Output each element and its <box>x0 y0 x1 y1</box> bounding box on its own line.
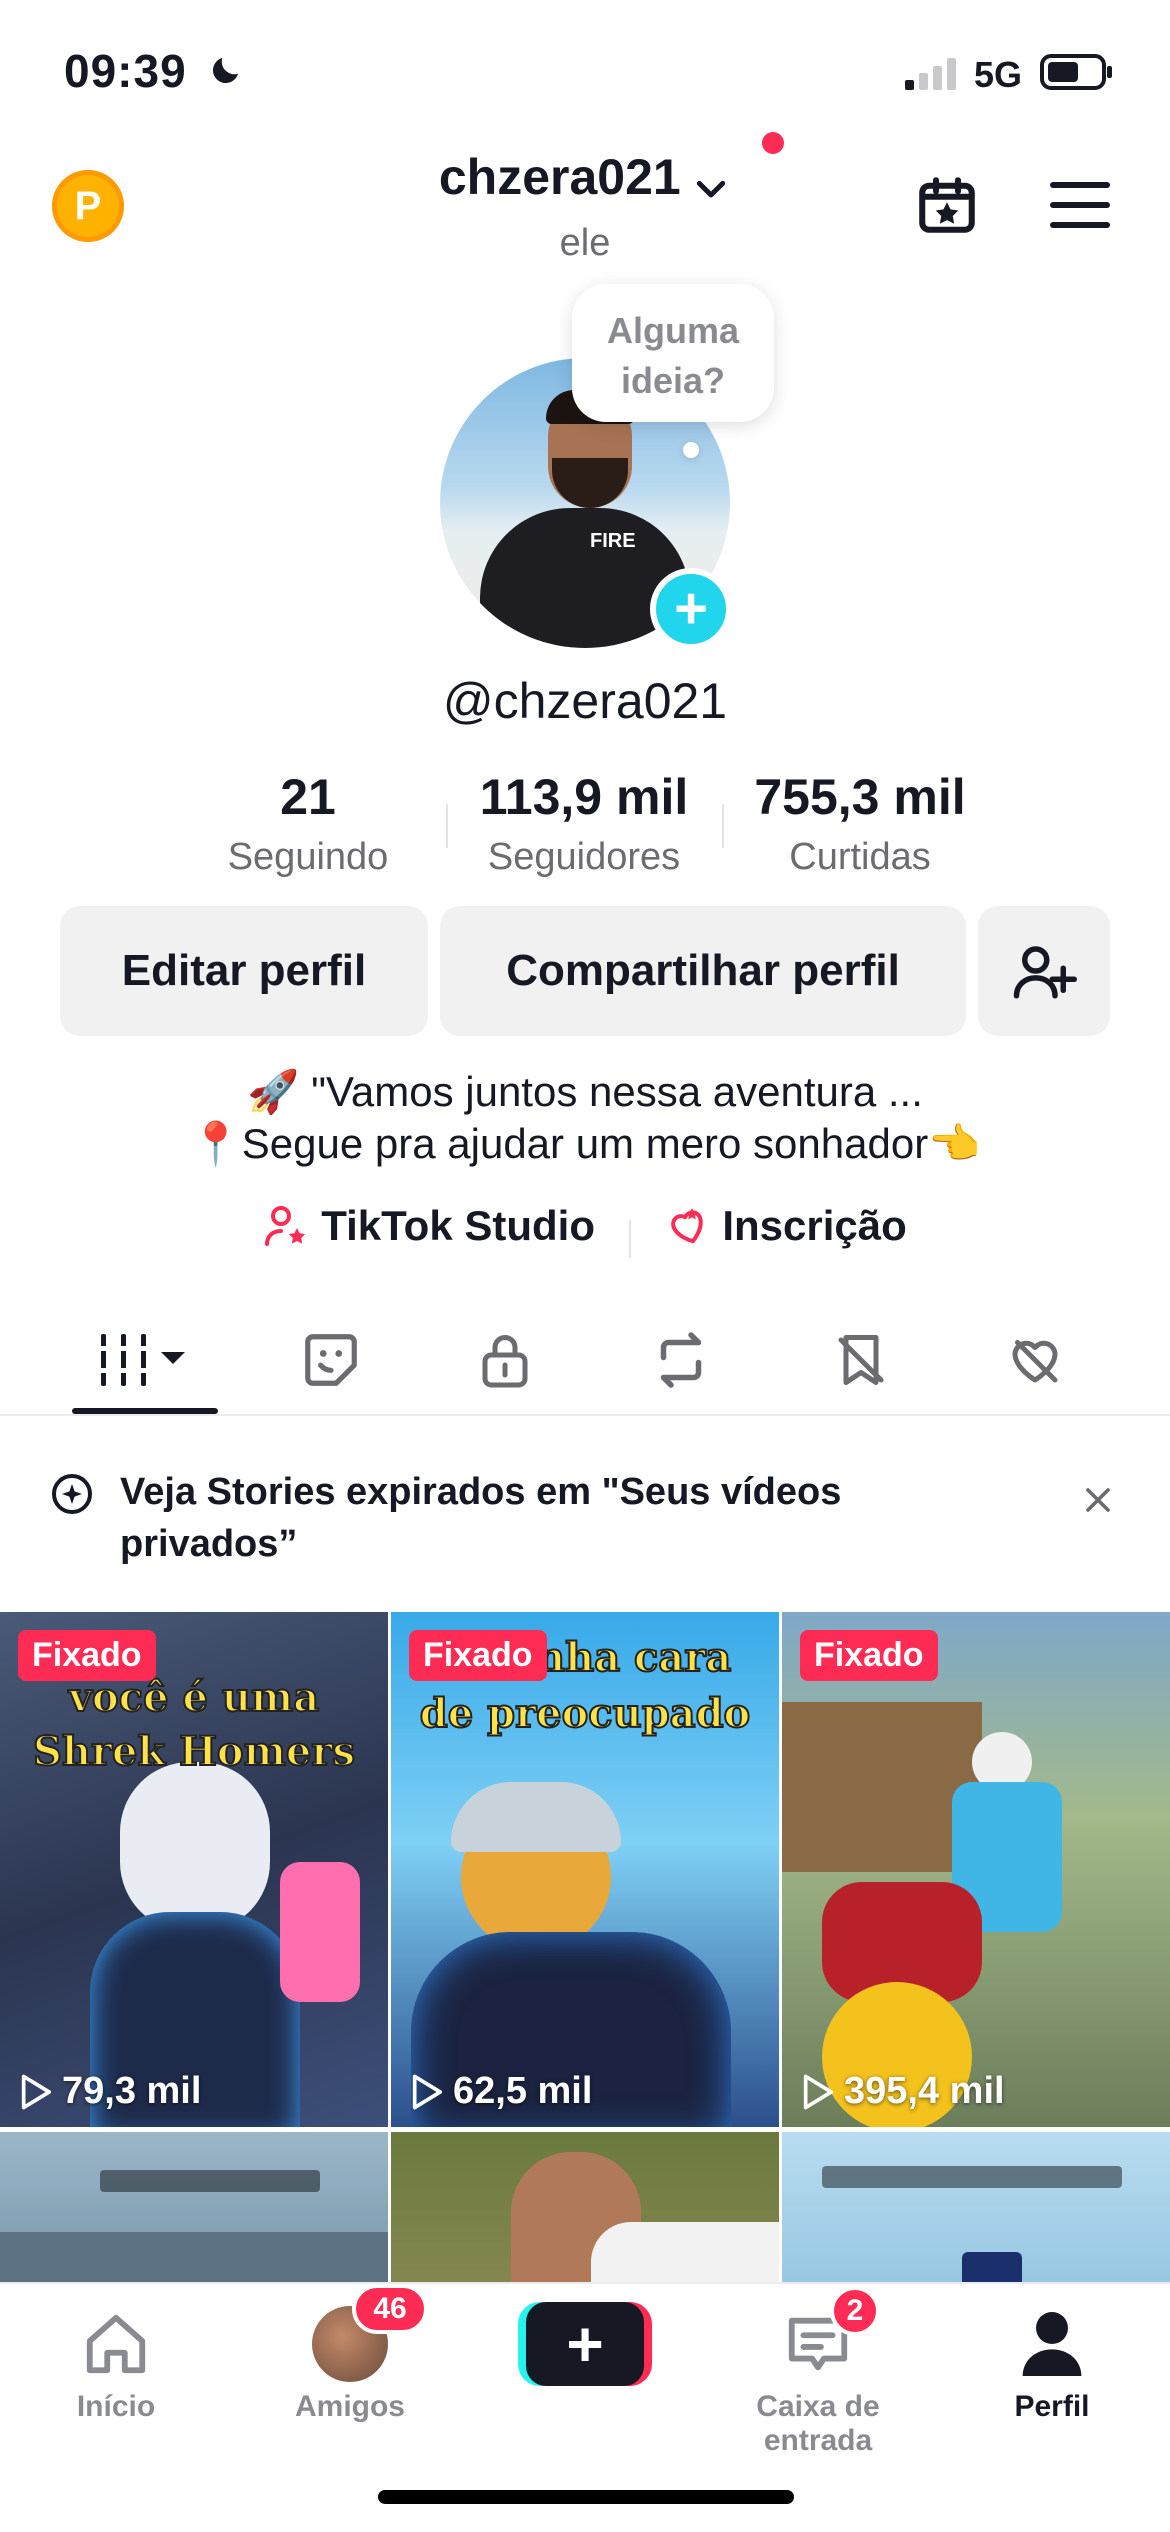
tab-favorites[interactable] <box>786 1320 936 1400</box>
nav-profile-label: Perfil <box>1014 2390 1090 2423</box>
tab-liked[interactable] <box>960 1320 1110 1400</box>
account-switcher[interactable]: chzera021 <box>0 148 1170 210</box>
view-count-value: 79,3 mil <box>62 2070 202 2112</box>
view-count: 62,5 mil <box>409 2070 592 2113</box>
friends-badge: 46 <box>352 2284 428 2334</box>
video-grid: você é uma Shrek Homers Fixado 79,3 mil … <box>0 1612 1170 2282</box>
video-thumbnail[interactable]: Fixado 395,4 mil <box>782 1612 1170 2127</box>
create-button[interactable]: + <box>518 2302 652 2386</box>
signal-icon <box>905 58 956 90</box>
followers-label: Seguidores <box>487 836 681 878</box>
tiktok-studio-link[interactable]: TikTok Studio <box>263 1202 595 1250</box>
play-icon <box>21 2074 52 2109</box>
edit-profile-button[interactable]: Editar perfil <box>60 906 428 1036</box>
bio-line-2: 📍Segue pra ajudar um mero sonhador👈 <box>189 1120 981 1167</box>
bio: 🚀 "Vamos juntos nessa aventura ... 📍Segu… <box>0 1066 1170 1170</box>
home-indicator <box>378 2490 794 2504</box>
profile-links: TikTok Studio Inscrição <box>0 1202 1170 1260</box>
bubble-line-1: Alguma <box>606 310 739 351</box>
following-stat[interactable]: 21 Seguindo <box>168 768 448 879</box>
add-friends-button[interactable] <box>978 906 1110 1036</box>
repost-icon <box>660 1332 702 1388</box>
bio-line-1: 🚀 "Vamos juntos nessa aventura ... <box>247 1068 923 1115</box>
view-count-value: 62,5 mil <box>453 2070 593 2112</box>
video-thumbnail[interactable]: a minha cara de preocupado Fixado 62,5 m… <box>391 1612 779 2127</box>
active-tab-indicator <box>72 1408 218 1414</box>
video-thumbnail[interactable] <box>391 2132 779 2282</box>
pronoun: ele <box>559 222 611 264</box>
menu-icon[interactable] <box>1050 180 1110 230</box>
nav-home-label: Início <box>76 2390 156 2423</box>
stories-notice-text: Veja Stories expirados em "Seus vídeos p… <box>120 1471 842 1565</box>
view-count-value: 395,4 mil <box>844 2070 1005 2112</box>
tab-private[interactable] <box>430 1320 580 1400</box>
tab-stickers[interactable] <box>256 1320 406 1400</box>
lock-icon <box>482 1335 528 1388</box>
video-thumbnail[interactable]: você é uma Shrek Homers Fixado 79,3 mil <box>0 1612 388 2127</box>
likes-label: Curtidas <box>789 836 931 878</box>
followers-stat[interactable]: 113,9 mil Seguidores <box>444 768 724 879</box>
video-thumbnail[interactable] <box>782 2132 1170 2282</box>
bubble-tail <box>683 442 699 458</box>
pinned-badge: Fixado <box>409 1630 547 1681</box>
subscription-label: Inscrição <box>722 1202 907 1249</box>
profile-stats: 21 Seguindo 113,9 mil Seguidores 755,3 m… <box>0 768 1170 888</box>
video-caption-line-2: de preocupado <box>419 1689 752 1738</box>
close-icon[interactable] <box>1078 1480 1118 1520</box>
notification-dot <box>762 132 784 154</box>
nav-inbox[interactable]: Caixa de entrada <box>698 2306 938 2458</box>
status-time: 09:39 <box>64 45 187 97</box>
plus-icon: + <box>526 2302 644 2386</box>
share-profile-button[interactable]: Compartilhar perfil <box>440 906 966 1036</box>
network-type: 5G <box>974 54 1023 95</box>
bookmark-hidden-icon <box>838 1335 884 1385</box>
following-count: 21 <box>280 769 336 825</box>
tab-reposts[interactable] <box>606 1320 756 1400</box>
video-thumbnail[interactable] <box>0 2132 388 2282</box>
calendar-star-icon[interactable] <box>914 172 980 238</box>
home-icon <box>86 2314 146 2374</box>
likes-count: 755,3 mil <box>754 769 966 825</box>
ideas-bubble[interactable]: Alguma ideia? <box>572 284 774 422</box>
profile-icon <box>1022 2312 1082 2376</box>
moon-icon <box>212 58 238 84</box>
stories-notice[interactable]: Veja Stories expirados em "Seus vídeos p… <box>0 1418 1170 1612</box>
add-story-button[interactable]: + <box>650 568 732 650</box>
following-label: Seguindo <box>227 836 389 878</box>
status-bar: 09:39 5G <box>0 0 1170 130</box>
grid-dropdown-icon <box>97 1334 185 1386</box>
subscription-icon <box>671 1208 704 1244</box>
bubble-line-2: ideia? <box>620 360 726 401</box>
nav-inbox-label: Caixa de entrada <box>756 2390 880 2457</box>
inbox-badge: 2 <box>830 2286 880 2336</box>
tab-videos[interactable] <box>70 1320 220 1400</box>
nav-profile[interactable]: Perfil <box>952 2306 1152 2424</box>
add-user-icon <box>1013 946 1077 999</box>
profile-handle: @chzera021 <box>442 673 728 729</box>
creator-icon <box>265 1206 306 1246</box>
tiktok-studio-label: TikTok Studio <box>321 1202 595 1249</box>
battery-icon <box>1040 54 1112 90</box>
sticker-icon <box>305 1334 357 1386</box>
story-icon <box>52 1474 92 1514</box>
username: chzera021 <box>438 149 681 205</box>
video-caption-line-2: Shrek Homers <box>32 1727 356 1776</box>
profile-tabs <box>0 1300 1170 1416</box>
play-icon <box>803 2074 834 2109</box>
play-icon <box>412 2074 443 2109</box>
subscription-link[interactable]: Inscrição <box>664 1202 907 1250</box>
chevron-down-icon <box>696 180 726 198</box>
heart-hidden-icon <box>1012 1340 1058 1383</box>
pinned-badge: Fixado <box>800 1630 938 1681</box>
view-count: 79,3 mil <box>18 2070 201 2113</box>
followers-count: 113,9 mil <box>479 769 689 825</box>
pinned-badge: Fixado <box>18 1630 156 1681</box>
likes-stat[interactable]: 755,3 mil Curtidas <box>720 768 1000 879</box>
nav-friends-label: Amigos <box>294 2390 405 2423</box>
nav-home[interactable]: Início <box>16 2306 216 2424</box>
links-divider <box>628 1219 631 1258</box>
view-count: 395,4 mil <box>800 2070 1005 2113</box>
